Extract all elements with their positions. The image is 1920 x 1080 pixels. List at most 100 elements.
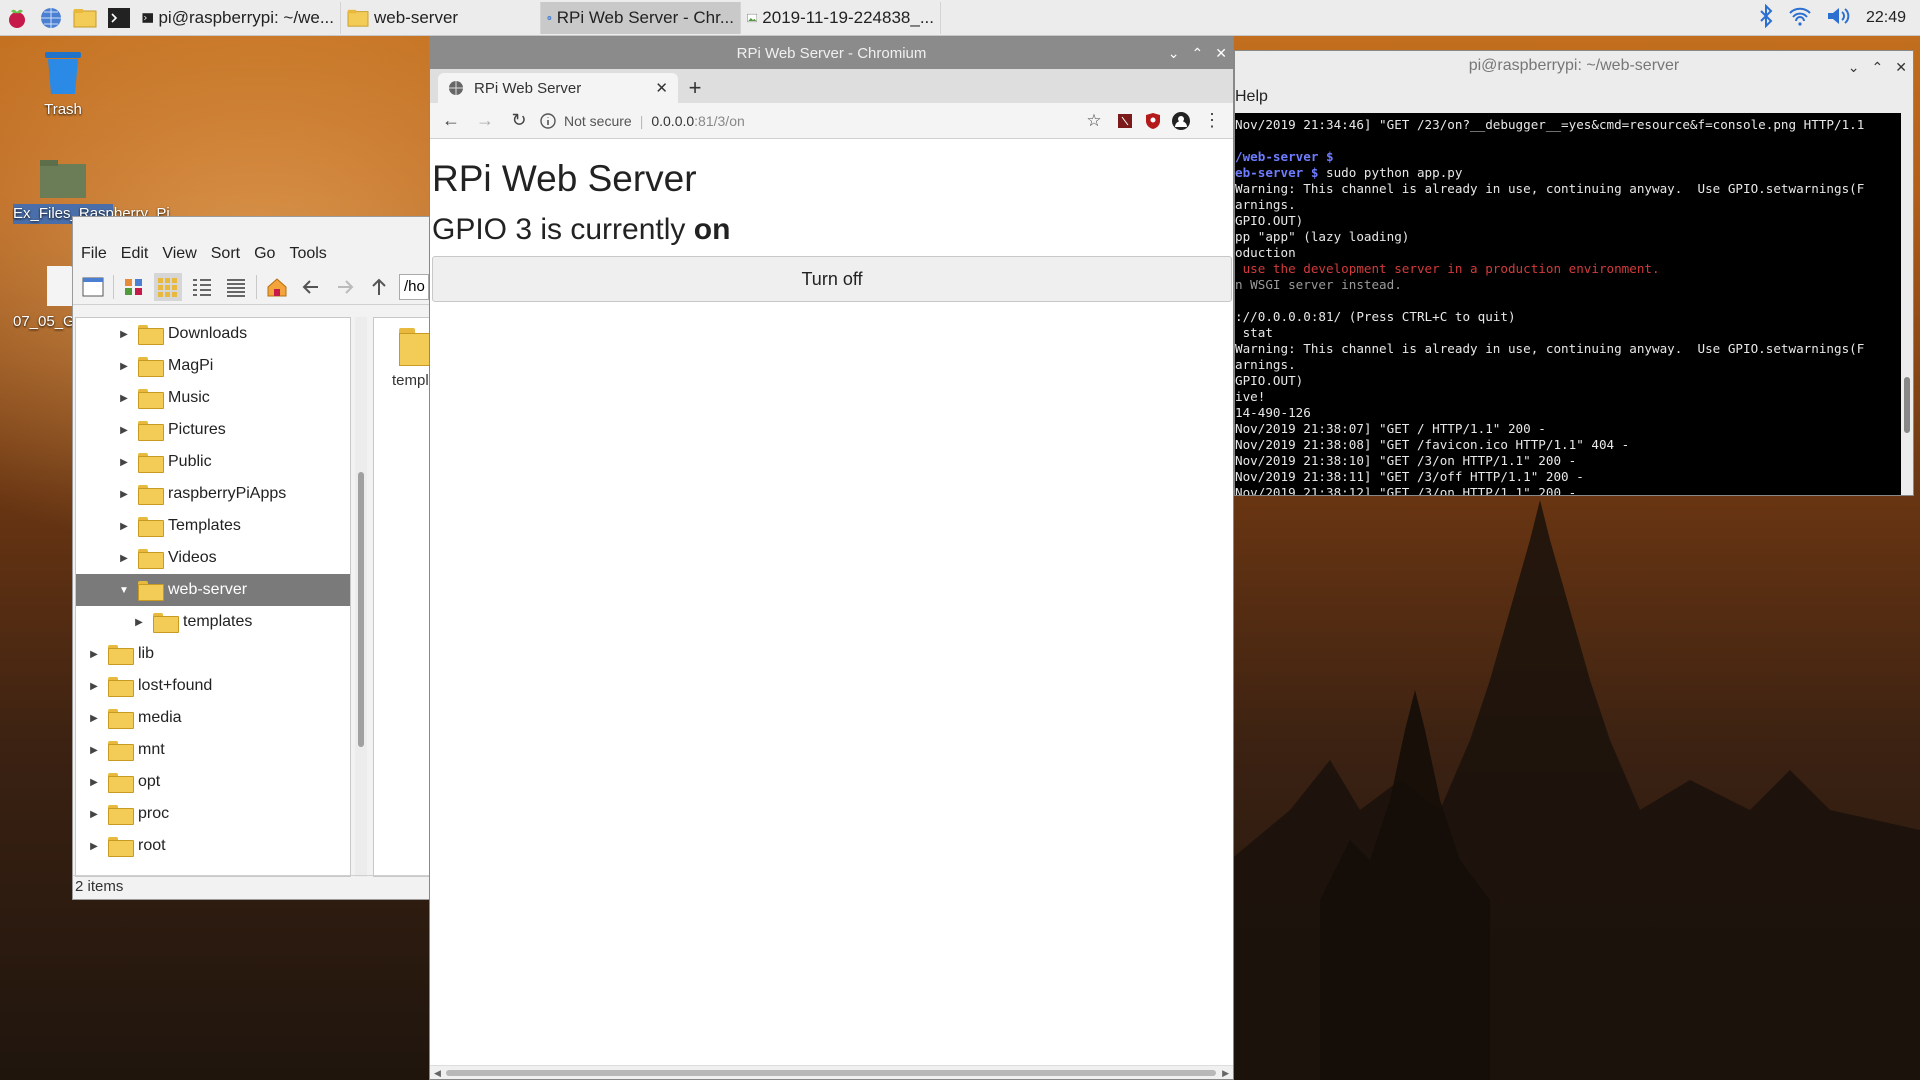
thumbnail-view-icon[interactable]	[154, 272, 182, 301]
file-item-label[interactable]: templa	[392, 372, 432, 389]
forward-icon[interactable]: →	[472, 108, 498, 134]
minimize-icon[interactable]: ⌄	[1848, 59, 1860, 76]
path-input[interactable]: /ho	[399, 273, 429, 300]
expand-arrow-icon[interactable]: ▶	[116, 329, 132, 340]
folder-icon[interactable]	[399, 328, 432, 366]
desktop-icon-trash[interactable]: Trash	[8, 46, 118, 120]
menu-sort[interactable]: Sort	[211, 245, 240, 263]
tree-item-proc[interactable]: ▶ proc	[76, 798, 350, 830]
reload-icon[interactable]: ↻	[506, 108, 532, 134]
terminal-title-bar[interactable]: pi@raspberrypi: ~/web-server ⌄ ⌃ ✕	[1235, 51, 1913, 81]
compact-view-icon[interactable]	[188, 273, 216, 301]
folder-icon	[138, 357, 164, 377]
desktop-icon-ex-files[interactable]: Ex_Files_Raspberry_Pi	[8, 158, 170, 224]
tree-item-templates[interactable]: ▶ templates	[76, 606, 350, 638]
expand-arrow-icon[interactable]: ▶	[116, 489, 132, 500]
forward-arrow-icon[interactable]	[331, 273, 359, 301]
expand-arrow-icon[interactable]: ▶	[86, 809, 102, 820]
web-browser-icon[interactable]	[34, 0, 68, 36]
tree-item-public[interactable]: ▶ Public	[76, 446, 350, 478]
tree-item-raspberrypiapps[interactable]: ▶ raspberryPiApps	[76, 478, 350, 510]
expand-arrow-icon[interactable]: ▶	[86, 649, 102, 660]
clock[interactable]: 22:49	[1866, 9, 1906, 27]
tree-item-mnt[interactable]: ▶ mnt	[76, 734, 350, 766]
scrollbar-thumb[interactable]	[358, 472, 364, 747]
tree-item-magpi[interactable]: ▶ MagPi	[76, 350, 350, 382]
tree-item-web-server[interactable]: ▼ web-server	[76, 574, 350, 606]
scroll-left-icon[interactable]: ◀	[434, 1066, 441, 1080]
folder-icon	[108, 709, 134, 729]
tree-item-root[interactable]: ▶ root	[76, 830, 350, 862]
terminal-output[interactable]: Nov/2019 21:34:46] "GET /23/on?__debugge…	[1235, 113, 1913, 495]
icon-view-icon[interactable]	[120, 273, 148, 301]
maximize-icon[interactable]: ⌃	[1872, 59, 1884, 76]
menu-kebab-icon[interactable]: ⋮	[1199, 108, 1225, 134]
raspberry-menu-icon[interactable]	[0, 0, 34, 36]
close-icon[interactable]: ✕	[1895, 59, 1907, 76]
tree-item-pictures[interactable]: ▶ Pictures	[76, 414, 350, 446]
ublock-icon[interactable]	[1143, 111, 1163, 131]
terminal-scrollbar[interactable]	[1901, 113, 1913, 495]
bookmark-star-icon[interactable]: ☆	[1081, 108, 1107, 134]
back-arrow-icon[interactable]	[297, 273, 325, 301]
volume-icon[interactable]	[1826, 5, 1852, 30]
back-icon[interactable]: ←	[438, 108, 464, 134]
scroll-right-icon[interactable]: ▶	[1222, 1066, 1229, 1080]
new-window-icon[interactable]	[79, 273, 107, 301]
expand-arrow-icon[interactable]: ▶	[86, 841, 102, 852]
new-tab-button[interactable]: +	[678, 73, 712, 103]
list-view-icon[interactable]	[222, 273, 250, 301]
menu-view[interactable]: View	[162, 245, 196, 263]
turn-off-button[interactable]: Turn off	[432, 256, 1232, 302]
tree-item-lib[interactable]: ▶ lib	[76, 638, 350, 670]
expand-arrow-icon[interactable]: ▶	[116, 521, 132, 532]
expand-arrow-icon[interactable]: ▶	[116, 457, 132, 468]
file-manager-icon[interactable]	[68, 0, 102, 36]
taskbar-button-file-manager[interactable]: web-server	[341, 1, 541, 34]
home-icon[interactable]	[263, 273, 291, 301]
tab-close-icon[interactable]: ✕	[655, 79, 668, 97]
expand-arrow-icon[interactable]: ▶	[116, 425, 132, 436]
taskbar-button-terminal[interactable]: pi@raspberrypi: ~/we...	[136, 1, 341, 34]
maximize-icon[interactable]: ⌃	[1192, 45, 1204, 62]
account-icon[interactable]	[1171, 111, 1191, 131]
menu-help[interactable]: Help	[1235, 88, 1268, 105]
expand-arrow-icon[interactable]: ▶	[131, 617, 147, 628]
expand-arrow-icon[interactable]: ▶	[116, 393, 132, 404]
tree-item-media[interactable]: ▶ media	[76, 702, 350, 734]
horizontal-scrollbar[interactable]: ◀ ▶	[430, 1065, 1233, 1079]
expand-arrow-icon[interactable]: ▶	[86, 713, 102, 724]
expand-arrow-icon[interactable]: ▶	[86, 777, 102, 788]
scrollbar-thumb[interactable]	[1904, 377, 1910, 433]
collapse-arrow-icon[interactable]: ▼	[116, 585, 132, 596]
minimize-icon[interactable]: ⌄	[1168, 45, 1180, 62]
expand-arrow-icon[interactable]: ▶	[86, 745, 102, 756]
tree-item-lost-found[interactable]: ▶ lost+found	[76, 670, 350, 702]
terminal-icon[interactable]	[102, 0, 136, 36]
extension-icon[interactable]	[1115, 111, 1135, 131]
taskbar-button-chromium[interactable]: RPi Web Server - Chr...	[541, 1, 741, 34]
taskbar-button-image-viewer[interactable]: 2019-11-19-224838_...	[741, 1, 941, 34]
menu-go[interactable]: Go	[254, 245, 275, 263]
address-bar[interactable]: Not secure | 0.0.0.0:81/3/on	[540, 107, 1073, 135]
tree-item-videos[interactable]: ▶ Videos	[76, 542, 350, 574]
tree-item-music[interactable]: ▶ Music	[76, 382, 350, 414]
up-arrow-icon[interactable]	[365, 273, 393, 301]
menu-tools[interactable]: Tools	[289, 245, 326, 263]
tree-item-templates-home[interactable]: ▶ Templates	[76, 510, 350, 542]
tree-item-downloads[interactable]: ▶ Downloads	[76, 318, 350, 350]
expand-arrow-icon[interactable]: ▶	[86, 681, 102, 692]
browser-tab[interactable]: RPi Web Server ✕	[438, 73, 678, 103]
wifi-icon[interactable]	[1788, 5, 1812, 30]
menu-edit[interactable]: Edit	[121, 245, 149, 263]
bluetooth-icon[interactable]	[1758, 3, 1774, 31]
browser-title-bar[interactable]: RPi Web Server - Chromium ⌄ ⌃ ✕	[430, 37, 1233, 69]
scrollbar-thumb[interactable]	[446, 1070, 1216, 1076]
expand-arrow-icon[interactable]: ▶	[116, 553, 132, 564]
expand-arrow-icon[interactable]: ▶	[116, 361, 132, 372]
menu-file[interactable]: File	[81, 245, 107, 263]
tree-item-opt[interactable]: ▶ opt	[76, 766, 350, 798]
close-icon[interactable]: ✕	[1215, 45, 1227, 62]
tree-scrollbar[interactable]	[355, 317, 367, 877]
